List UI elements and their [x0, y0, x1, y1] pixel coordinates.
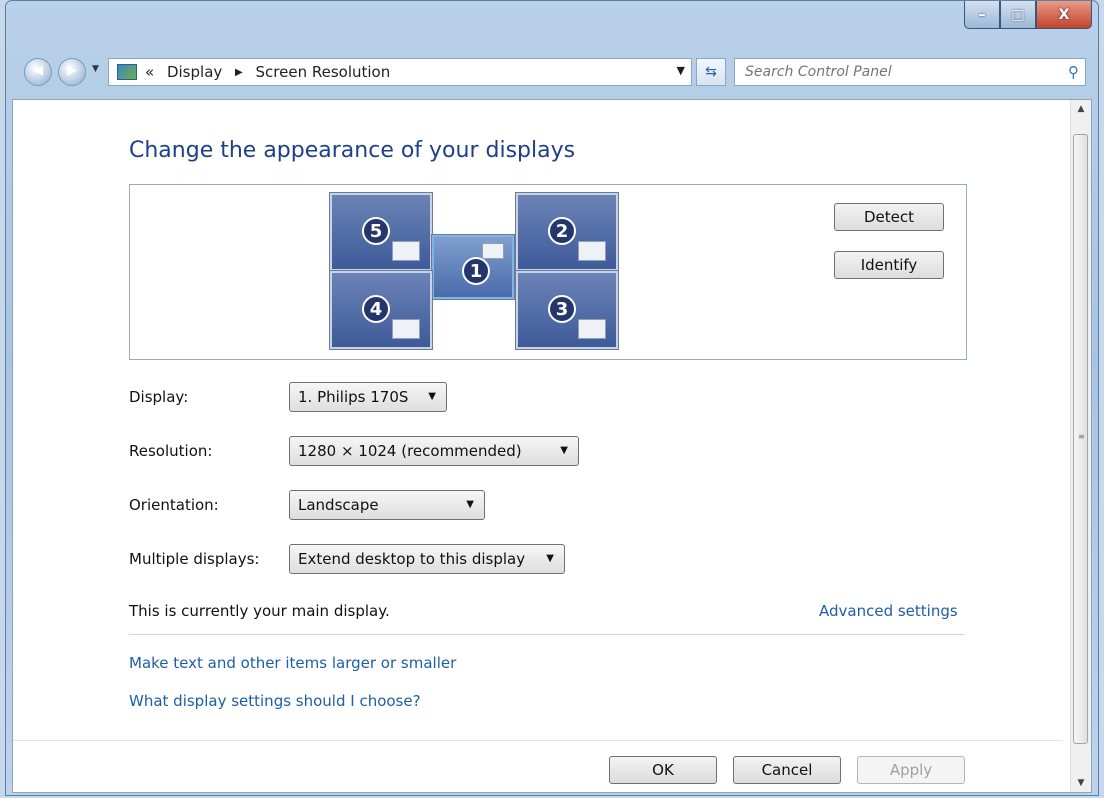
multiple-displays-select[interactable]: Extend desktop to this display ▼: [289, 544, 565, 574]
scroll-down-icon[interactable]: ▼: [1071, 774, 1091, 792]
apply-button[interactable]: Apply: [857, 756, 965, 784]
breadcrumb-screen-resolution[interactable]: Screen Resolution: [256, 63, 391, 81]
monitor-number: 1: [462, 257, 490, 285]
address-bar[interactable]: « Display ▶ Screen Resolution ▼: [108, 58, 692, 86]
multiple-displays-select-value: Extend desktop to this display: [298, 550, 526, 568]
minimize-button[interactable]: –: [964, 1, 1000, 29]
monitor-2[interactable]: 2: [516, 193, 618, 271]
help-link[interactable]: What display settings should I choose?: [129, 692, 421, 710]
recent-pages-dropdown[interactable]: ▼: [92, 64, 99, 74]
monitor-4[interactable]: 4: [330, 271, 432, 349]
breadcrumb-arrow-icon[interactable]: ▶: [235, 67, 243, 78]
monitor-1[interactable]: 1: [432, 235, 514, 299]
monitor-number: 2: [548, 217, 576, 245]
cancel-button[interactable]: Cancel: [733, 756, 841, 784]
detect-button[interactable]: Detect: [834, 203, 944, 231]
orientation-select[interactable]: Landscape ▼: [289, 490, 485, 520]
refresh-icon: ⇆: [705, 64, 717, 80]
monitor-3[interactable]: 3: [516, 271, 618, 349]
display-label: Display:: [129, 388, 189, 406]
breadcrumb: « Display ▶ Screen Resolution: [145, 63, 390, 81]
main-display-status: This is currently your main display.: [129, 602, 390, 620]
monitor-thumbnail-icon: [578, 319, 606, 339]
identify-button[interactable]: Identify: [834, 251, 944, 279]
chevron-down-icon: ▼: [428, 391, 436, 402]
search-icon[interactable]: ⚲: [1068, 63, 1079, 81]
window: – □ X ◀ ▶ ▼ « Display ▶ Screen Resolutio…: [5, 0, 1099, 796]
resolution-select[interactable]: 1280 × 1024 (recommended) ▼: [289, 436, 579, 466]
address-dropdown-icon[interactable]: ▼: [677, 64, 685, 77]
scroll-up-icon[interactable]: ▲: [1071, 100, 1091, 118]
orientation-label: Orientation:: [129, 496, 219, 514]
scroll-thumb[interactable]: ≡: [1073, 134, 1088, 744]
search-input[interactable]: [743, 63, 1047, 81]
back-button[interactable]: ◀: [24, 58, 52, 86]
monitor-arrangement-panel: 5 2 1 4 3 Detect Identify: [129, 184, 967, 360]
resolution-label: Resolution:: [129, 442, 213, 460]
multiple-displays-label: Multiple displays:: [129, 550, 260, 568]
orientation-select-value: Landscape: [298, 496, 379, 514]
footer-divider: [13, 740, 1063, 741]
monitor-number: 3: [548, 295, 576, 323]
chevron-down-icon: ▼: [546, 553, 554, 564]
caption-buttons: – □ X: [964, 1, 1092, 31]
address-row: ◀ ▶ ▼ « Display ▶ Screen Resolution ▼ ⇆ …: [18, 56, 1088, 88]
monitor-thumbnail-icon: [392, 241, 420, 261]
monitor-number: 4: [362, 295, 390, 323]
monitor-number: 5: [362, 217, 390, 245]
page-title: Change the appearance of your displays: [129, 138, 576, 163]
back-arrow-icon: ◀: [33, 63, 43, 78]
vertical-scrollbar[interactable]: ▲ ≡ ▼: [1070, 100, 1091, 792]
chevron-down-icon: ▼: [560, 445, 568, 456]
breadcrumb-history[interactable]: «: [145, 63, 154, 81]
grip-icon: ≡: [1078, 432, 1085, 441]
display-select[interactable]: 1. Philips 170S ▼: [289, 382, 447, 412]
advanced-settings-link[interactable]: Advanced settings: [819, 602, 958, 620]
breadcrumb-display[interactable]: Display: [167, 63, 222, 81]
monitor-thumbnail-icon: [482, 243, 504, 259]
chevron-down-icon: ▼: [466, 499, 474, 510]
maximize-button[interactable]: □: [1000, 1, 1036, 29]
resolution-select-value: 1280 × 1024 (recommended): [298, 442, 522, 460]
monitor-thumbnail-icon: [392, 319, 420, 339]
close-button[interactable]: X: [1036, 1, 1092, 29]
content-area: Change the appearance of your displays 5…: [12, 99, 1092, 793]
control-panel-icon: [117, 64, 137, 80]
search-box[interactable]: ⚲: [734, 58, 1086, 86]
minimize-icon: –: [978, 6, 986, 23]
forward-arrow-icon: ▶: [67, 63, 77, 78]
maximize-icon: □: [1011, 6, 1025, 23]
divider: [129, 634, 965, 635]
display-select-value: 1. Philips 170S: [298, 388, 409, 406]
close-icon: X: [1058, 6, 1070, 23]
refresh-button[interactable]: ⇆: [696, 58, 726, 86]
monitor-5[interactable]: 5: [330, 193, 432, 271]
forward-button[interactable]: ▶: [58, 58, 86, 86]
monitor-thumbnail-icon: [578, 241, 606, 261]
text-size-link[interactable]: Make text and other items larger or smal…: [129, 654, 456, 672]
ok-button[interactable]: OK: [609, 756, 717, 784]
